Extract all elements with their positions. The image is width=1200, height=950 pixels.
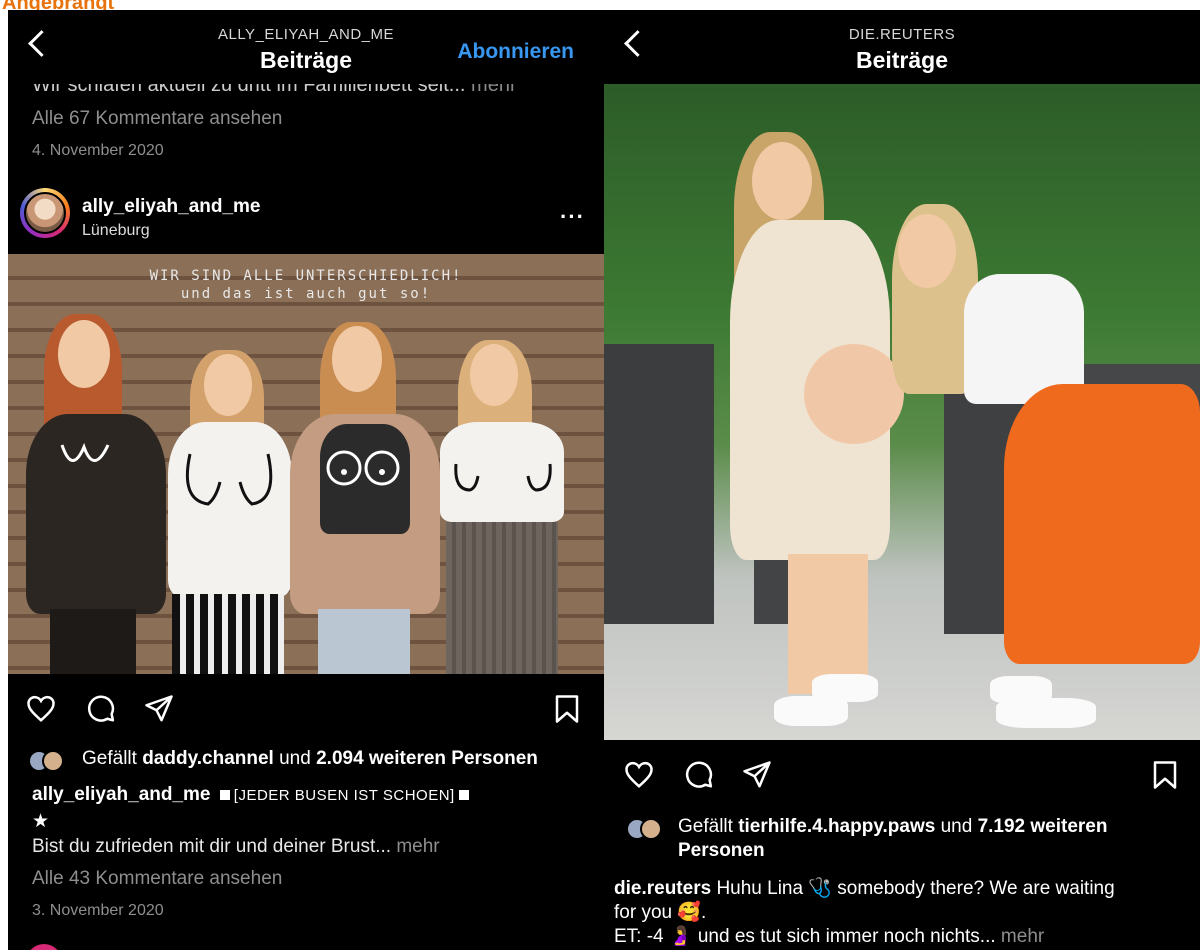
- comment-icon[interactable]: [684, 760, 714, 790]
- post-caption-line1: die.reuters Huhu Lina 🩺 somebody there? …: [614, 878, 1115, 899]
- header: ALLY_ELIYAH_AND_ME Beiträge Abonnieren: [8, 10, 604, 84]
- view-comments-link[interactable]: Alle 43 Kommentare ansehen: [32, 868, 282, 890]
- overlay-text-1: WIR SIND ALLE UNTERSCHIEDLICH!: [149, 268, 463, 284]
- post-username[interactable]: ally_eliyah_and_me: [82, 196, 261, 218]
- likes-text[interactable]: Gefällt daddy.channel und 2.094 weiteren…: [82, 748, 538, 770]
- post-caption-text: Bist du zufrieden mit dir und deiner Bru…: [32, 836, 440, 857]
- avatar[interactable]: [20, 188, 70, 238]
- post-caption-line3: ET: -4 🤰 und es tut sich immer noch nich…: [614, 926, 1045, 947]
- subscribe-button[interactable]: Abonnieren: [457, 40, 574, 64]
- post-caption-line2: for you 🥰.: [614, 902, 707, 923]
- next-avatar[interactable]: [26, 944, 62, 950]
- header: DIE.REUTERS Beiträge: [604, 10, 1200, 84]
- post-location[interactable]: Lüneburg: [82, 222, 150, 240]
- header-title: Beiträge: [855, 47, 949, 73]
- heart-icon[interactable]: [624, 760, 654, 790]
- right-post-panel: DIE.REUTERS Beiträge Gefällt tierhilfe.4…: [604, 10, 1200, 950]
- likes-text[interactable]: Gefällt tierhilfe.4.happy.paws und 7.192…: [678, 816, 1107, 838]
- heart-icon[interactable]: [26, 694, 56, 724]
- likes-text-2: Personen: [678, 840, 765, 861]
- overlay-text-2: und das ist auch gut so!: [180, 286, 432, 302]
- caption-username[interactable]: ally_eliyah_and_me: [32, 784, 211, 805]
- more-dots-icon[interactable]: ···: [560, 204, 585, 230]
- caption-username[interactable]: die.reuters: [614, 878, 711, 899]
- comment-icon[interactable]: [86, 694, 116, 724]
- bookmark-icon[interactable]: [1152, 760, 1178, 790]
- post-caption-line1: ally_eliyah_and_me [JEDER BUSEN IST SCHO…: [32, 784, 473, 806]
- likes-avatars[interactable]: [626, 818, 670, 840]
- post-image[interactable]: WIR SIND ALLE UNTERSCHIEDLICH! und das i…: [8, 254, 604, 674]
- left-post-panel: ALLY_ELIYAH_AND_ME Beiträge Abonnieren W…: [8, 10, 604, 950]
- post-date: 3. November 2020: [32, 902, 164, 919]
- caption-star: ★: [32, 811, 50, 832]
- bookmark-icon[interactable]: [554, 694, 580, 724]
- view-comments-link[interactable]: Alle 67 Kommentare ansehen: [32, 108, 282, 130]
- header-username: DIE.REUTERS: [848, 26, 956, 43]
- post-date: 4. November 2020: [32, 142, 164, 159]
- more-link[interactable]: mehr: [1001, 926, 1044, 947]
- send-icon[interactable]: [144, 694, 174, 724]
- post-image[interactable]: [604, 84, 1200, 740]
- more-link[interactable]: mehr: [396, 836, 439, 857]
- send-icon[interactable]: [742, 760, 772, 790]
- likes-avatars[interactable]: [28, 750, 72, 772]
